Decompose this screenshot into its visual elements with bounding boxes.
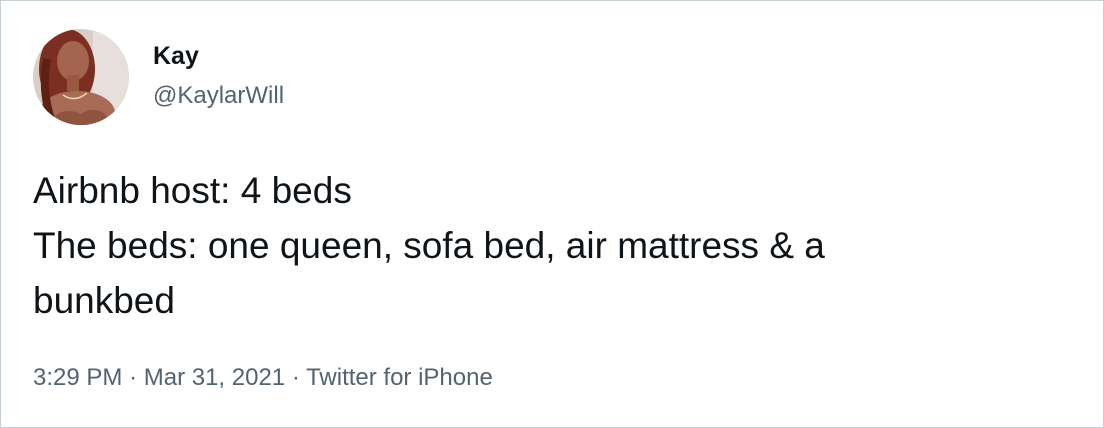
tweet-metadata: 3:29 PM · Mar 31, 2021 · Twitter for iPh…	[33, 363, 493, 393]
tweet-time[interactable]: 3:29 PM	[33, 364, 122, 391]
avatar[interactable]	[33, 29, 129, 125]
tweet-card: Kay @KaylarWill Airbnb host: 4 beds The …	[0, 0, 1104, 428]
meta-separator: ·	[129, 364, 138, 391]
avatar-image	[33, 29, 129, 125]
tweet-text-line: The beds: one queen, sofa bed, air mattr…	[33, 225, 825, 266]
tweet-date[interactable]: Mar 31, 2021	[144, 364, 285, 391]
user-handle[interactable]: @KaylarWill	[153, 81, 284, 111]
meta-separator: ·	[291, 364, 300, 391]
tweet-source[interactable]: Twitter for iPhone	[306, 364, 493, 391]
display-name[interactable]: Kay	[153, 41, 199, 71]
tweet-text-line: Airbnb host: 4 beds	[33, 170, 352, 211]
tweet-text: Airbnb host: 4 beds The beds: one queen,…	[33, 163, 1073, 328]
tweet-text-line: bunkbed	[33, 280, 175, 321]
